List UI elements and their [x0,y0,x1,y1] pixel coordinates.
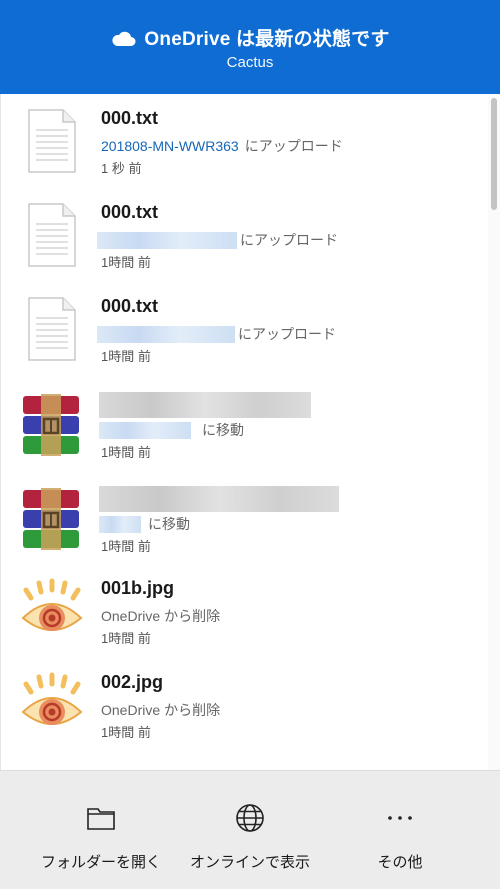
timestamp: 1時間 前 [101,445,151,460]
timestamp: 1時間 前 [101,631,151,646]
action-text: に移動 [202,422,244,438]
action-text: にアップロード [244,138,343,154]
globe-icon [236,804,264,832]
timestamp: 1時間 前 [101,725,151,740]
activity-item[interactable]: 000.txt にアップロード 1時間 前 [1,188,489,282]
action-bar: フォルダーを開く オンラインで表示 その他 [0,770,500,889]
action-text: に移動 [148,516,190,532]
redacted-location[interactable] [97,231,237,249]
location-link[interactable]: 201808-MN-WWR363 [101,138,239,154]
view-online-label: オンラインで表示 [189,854,310,871]
file-name: 000.txt [101,296,159,316]
redacted-name [99,486,339,512]
activity-item[interactable]: 000.txt にアップロード 1時間 前 [1,282,489,376]
account-name: Cactus [226,54,274,71]
text-file-icon [28,203,76,267]
open-folder-button[interactable]: フォルダーを開く [18,771,184,889]
timestamp: 1時間 前 [101,539,151,554]
image-viewer-icon [21,578,83,631]
scrollbar[interactable] [488,94,500,770]
activity-item[interactable]: 001b.jpg OneDrive から削除 1時間 前 [1,564,489,658]
redacted-location[interactable] [99,515,141,533]
file-name: 001b.jpg [101,578,175,598]
file-name: 000.txt [101,108,159,128]
text-file-icon [28,109,76,173]
file-detail: 201808-MN-WWR363 にアップロード [101,136,343,156]
timestamp: 1 秒 前 [101,161,142,176]
file-detail: にアップロード [97,230,338,250]
status-title-text: OneDrive は最新の状態です [144,29,390,50]
action-text: から削除 [164,702,221,718]
view-online-button[interactable]: オンラインで表示 [167,771,333,889]
archive-icon [23,394,79,456]
redacted-name [99,392,311,418]
file-name: 000.txt [101,202,159,222]
file-detail: に移動 [99,420,244,440]
activity-list[interactable]: 000.txt 201808-MN-WWR363 にアップロード 1 秒 前 0… [0,94,500,770]
activity-item[interactable]: に移動 1時間 前 [1,376,489,470]
action-text: にアップロード [240,232,338,248]
redacted-location[interactable] [99,421,191,439]
timestamp: 1時間 前 [101,255,151,270]
app-header: OneDrive は最新の状態です Cactus [0,0,500,94]
file-name: 002.jpg [101,672,164,692]
activity-item[interactable]: 000.txt 201808-MN-WWR363 にアップロード 1 秒 前 [1,94,489,188]
open-folder-label: フォルダーを開く [40,854,161,871]
folder-icon [87,808,115,830]
archive-icon [23,488,79,550]
file-detail: OneDrive から削除 [101,700,220,720]
location-text: OneDrive [101,608,161,624]
file-detail: に移動 [99,514,190,534]
cloud-icon [112,31,136,46]
more-button[interactable]: その他 [317,771,483,889]
redacted-location[interactable] [97,325,235,343]
action-text: にアップロード [238,326,336,342]
more-icon [388,816,412,820]
timestamp: 1時間 前 [101,349,151,364]
text-file-icon [28,297,76,361]
file-detail: にアップロード [97,324,336,344]
activity-item[interactable]: 002.jpg OneDrive から削除 1時間 前 [1,658,489,752]
action-text: から削除 [164,608,221,624]
status-title: OneDrive は最新の状態です [0,24,500,51]
location-text: OneDrive [101,702,161,718]
scrollbar-thumb[interactable] [491,98,497,210]
more-label: その他 [377,854,423,871]
file-detail: OneDrive から削除 [101,606,220,626]
activity-item[interactable]: に移動 1時間 前 [1,470,489,564]
image-viewer-icon [21,672,83,725]
